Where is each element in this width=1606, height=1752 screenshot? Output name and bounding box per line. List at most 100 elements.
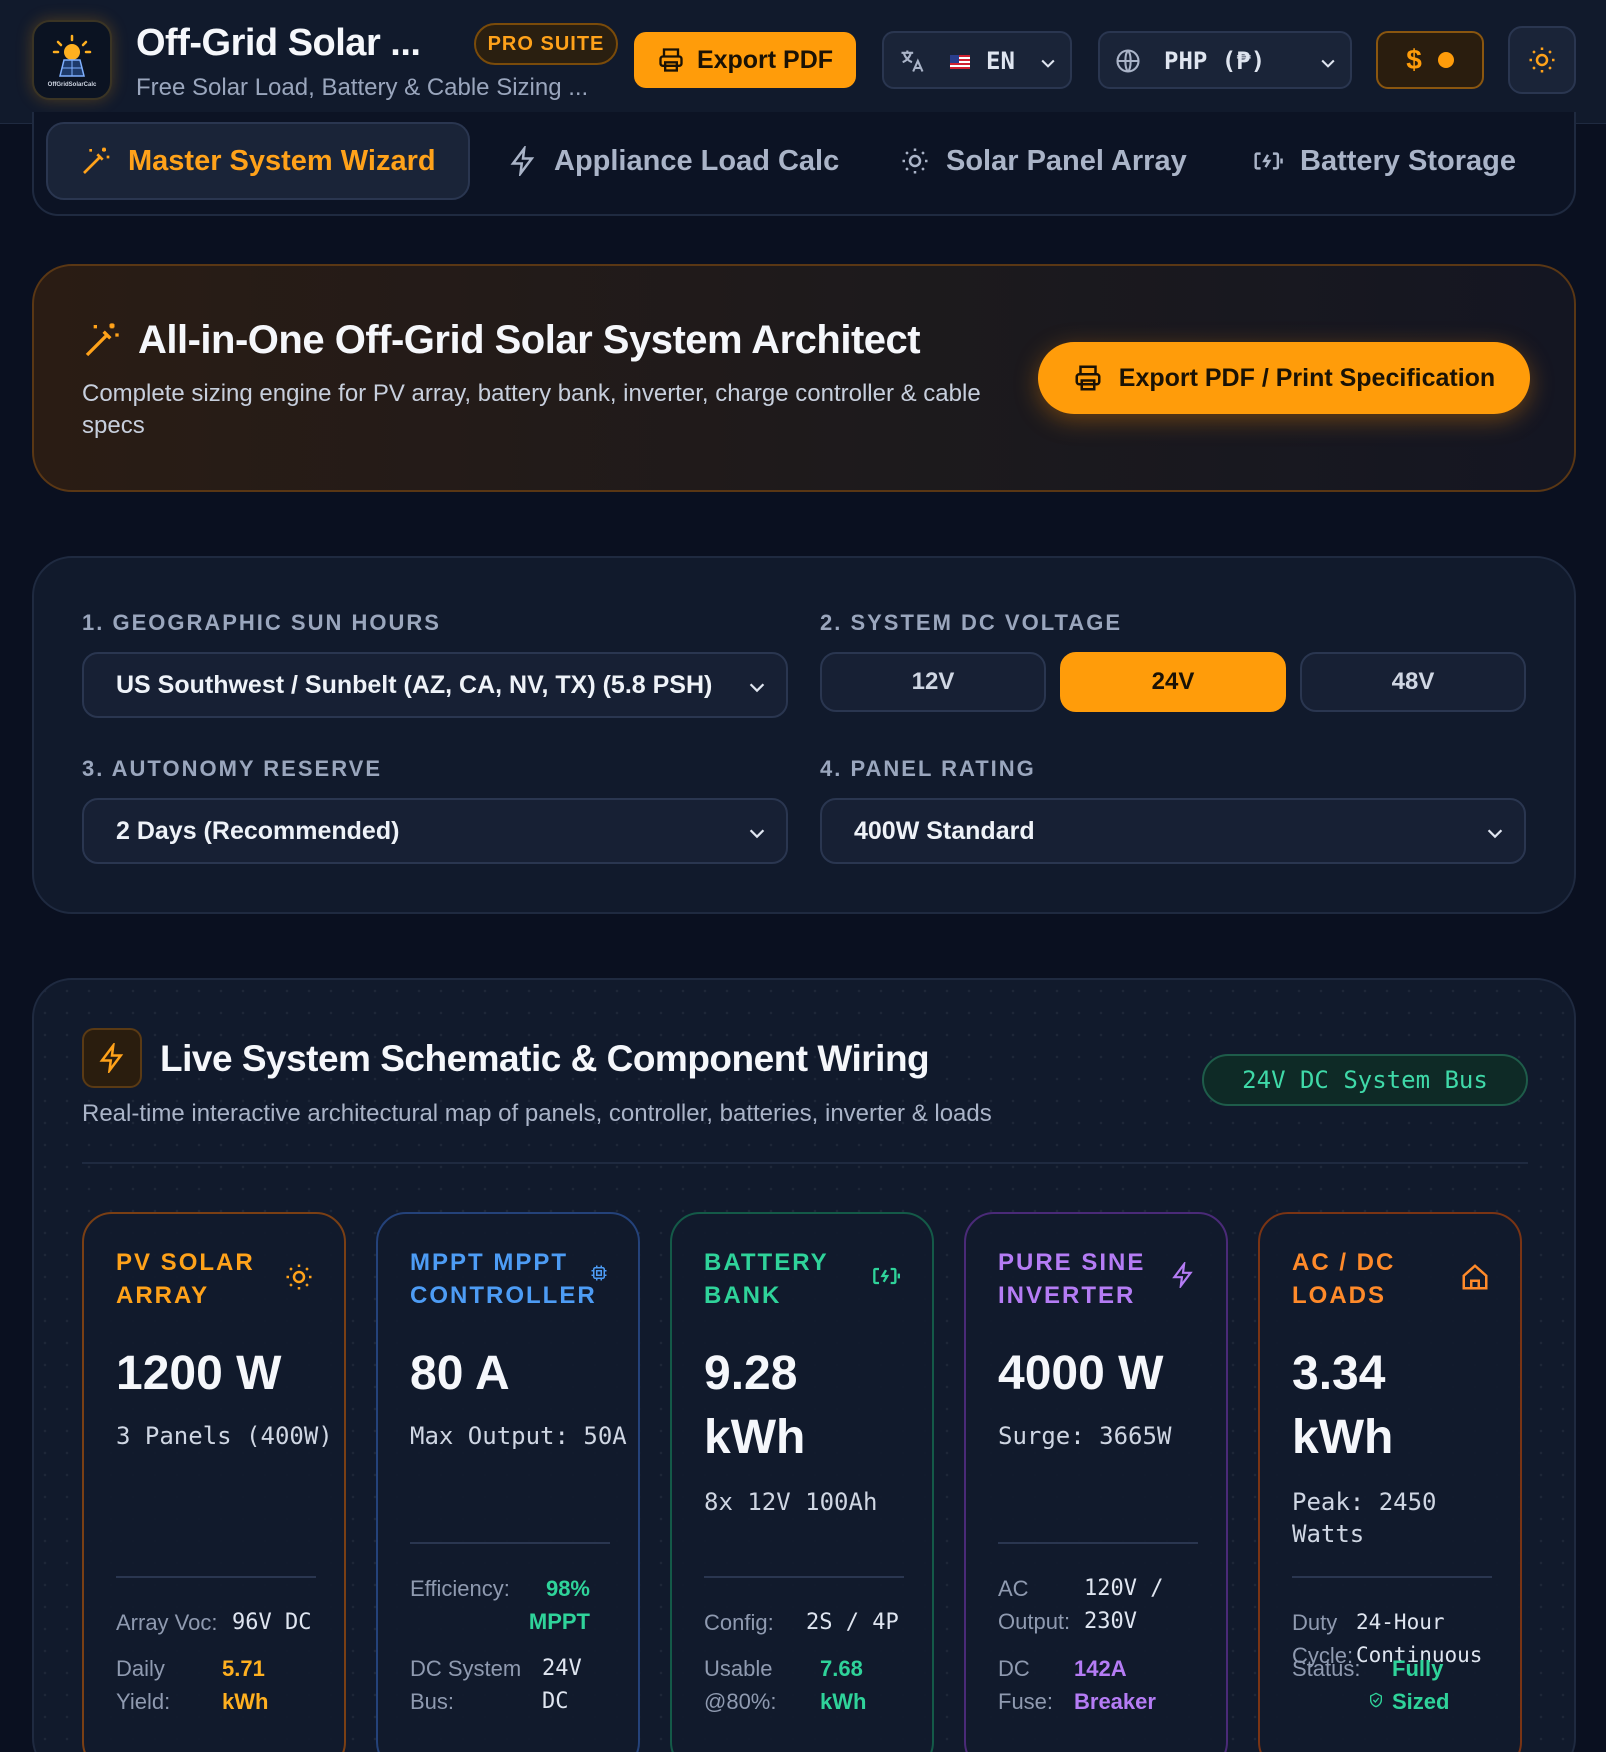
autonomy-value: 2 Days (Recommended): [116, 816, 400, 845]
card-divider: [704, 1576, 904, 1578]
export-print-spec-label: Export PDF / Print Specification: [1118, 363, 1496, 392]
card-heading: BATTERY BANK: [704, 1249, 829, 1309]
sun-hours-select[interactable]: US Southwest / Sunbelt (AZ, CA, NV, TX) …: [82, 652, 788, 718]
config-panel: 1. GEOGRAPHIC SUN HOURS US Southwest / S…: [32, 556, 1576, 914]
app-subtitle: Free Solar Load, Battery & Cable Sizing …: [136, 74, 589, 101]
app-header: OffGridSolarCalc Off-Grid Solar ... Free…: [0, 0, 1606, 124]
lightning-icon: [1172, 1262, 1193, 1288]
battery-bank-card[interactable]: BATTERY BANK 9.28 kWh 8x 12V 100Ah Confi…: [670, 1212, 934, 1752]
export-pdf-label: Export PDF: [696, 45, 834, 74]
export-pdf-button[interactable]: Export PDF: [634, 32, 856, 88]
card-value: 80 A: [410, 1347, 510, 1400]
schematic-title: Live System Schematic & Component Wiring: [160, 1038, 930, 1079]
row-label: DC System Bus:: [410, 1656, 522, 1714]
card-row: DC Fuse: 142A Breaker: [998, 1652, 1228, 1718]
hero-title: All-in-One Off-Grid Solar System Archite…: [138, 318, 921, 362]
row-value: 7.68 kWh: [820, 1656, 867, 1714]
currency-select[interactable]: PHP (₱): [1098, 31, 1352, 89]
tab-appliance-load-calc[interactable]: Appliance Load Calc: [508, 122, 839, 200]
autonomy-select[interactable]: 2 Days (Recommended): [82, 798, 788, 864]
currency-toggle-button[interactable]: $: [1376, 31, 1484, 89]
card-row: Efficiency: 98% MPPT: [410, 1572, 640, 1638]
hero-description: Complete sizing engine for PV array, bat…: [82, 380, 981, 439]
row-label: Efficiency:: [410, 1576, 510, 1601]
sun-hours-label: 1. GEOGRAPHIC SUN HOURS: [82, 610, 441, 635]
row-label: Config:: [704, 1610, 774, 1635]
chevron-down-icon: [1321, 59, 1335, 68]
battery-charging-icon: [873, 1267, 900, 1285]
sun-icon: [286, 1264, 312, 1290]
row-label: DC Fuse:: [998, 1656, 1054, 1714]
mppt-controller-card[interactable]: MPPT MPPT CONTROLLER 80 A Max Output: 50…: [376, 1212, 640, 1752]
card-row: Array Voc: 96V DC: [116, 1606, 346, 1639]
panel-rating-label: 4. PANEL RATING: [820, 756, 1036, 781]
printer-icon: [659, 48, 683, 72]
ac-dc-loads-card[interactable]: AC / DC LOADS 3.34 kWh Peak: 2450 Watts …: [1258, 1212, 1522, 1752]
pro-suite-badge: PRO SUITE: [474, 23, 618, 65]
solar-logo-icon: [52, 34, 92, 77]
shield-check-icon: [1370, 1692, 1382, 1708]
sun-icon: [1529, 47, 1555, 73]
card-heading: AC / DC LOADS: [1292, 1249, 1396, 1309]
row-value: Fully Sized: [1392, 1656, 1450, 1714]
battery-charging-icon: [1254, 152, 1283, 170]
tab-label: Solar Panel Array: [946, 144, 1187, 177]
dollar-symbol: $: [1406, 44, 1422, 75]
app-logo[interactable]: OffGridSolarCalc: [32, 20, 112, 100]
tab-label: Master System Wizard: [128, 144, 436, 177]
language-select[interactable]: EN: [882, 31, 1072, 89]
schematic-badge-icon: [82, 1028, 142, 1088]
card-value: 4000 W: [998, 1347, 1164, 1400]
row-label: AC Output:: [998, 1576, 1071, 1634]
card-value: 1200 W: [116, 1347, 282, 1400]
pv-solar-array-card[interactable]: PV SOLAR ARRAY 1200 W 3 Panels (400W) Ar…: [82, 1212, 346, 1752]
theme-toggle-button[interactable]: [1508, 26, 1576, 94]
row-value: 5.71 kWh: [222, 1656, 269, 1714]
card-row: Usable @80%: 7.68 kWh: [704, 1652, 934, 1718]
card-row: Daily Yield: 5.71 kWh: [116, 1652, 346, 1718]
row-value: 142A Breaker: [1074, 1656, 1156, 1714]
status-dot: [1437, 52, 1454, 68]
voltage-24v-button[interactable]: 24V: [1060, 652, 1286, 712]
tab-solar-panel-array[interactable]: Solar Panel Array: [900, 122, 1187, 200]
language-value: EN: [986, 47, 1015, 75]
card-divider: [1292, 1576, 1492, 1578]
tab-master-system-wizard[interactable]: Master System Wizard: [46, 122, 470, 200]
voltage-label: 2. SYSTEM DC VOLTAGE: [820, 610, 1122, 635]
lightning-icon: [99, 1043, 124, 1073]
schematic-description: Real-time interactive architectural map …: [82, 1100, 992, 1127]
sun-hours-value: US Southwest / Sunbelt (AZ, CA, NV, TX) …: [116, 670, 713, 699]
row-label: Daily Yield:: [116, 1656, 171, 1714]
voltage-12v-button[interactable]: 12V: [820, 652, 1046, 712]
lightning-icon: [510, 146, 535, 176]
app-title: Off-Grid Solar ...: [136, 22, 421, 64]
magic-wand-icon: [83, 147, 110, 174]
pure-sine-inverter-card[interactable]: PURE SINE INVERTER 4000 W Surge: 3665W A…: [964, 1212, 1228, 1752]
row-label: Usable @80%:: [704, 1656, 777, 1714]
card-value: 3.34 kWh: [1292, 1347, 1394, 1464]
chevron-down-icon: [1041, 59, 1055, 68]
export-print-spec-button[interactable]: Export PDF / Print Specification: [1038, 342, 1530, 414]
tab-label: Appliance Load Calc: [554, 144, 840, 177]
hero-section: All-in-One Off-Grid Solar System Archite…: [32, 264, 1576, 492]
magic-wand-icon: [85, 323, 119, 357]
tab-battery-storage[interactable]: Battery Storage: [1252, 122, 1516, 200]
chevron-down-icon: [749, 829, 765, 839]
card-divider: [410, 1542, 610, 1544]
card-divider: [116, 1576, 316, 1578]
card-subtext: Peak: 2450 Watts: [1292, 1488, 1437, 1548]
us-flag-icon: [950, 55, 970, 69]
card-subtext: Surge: 3665W: [998, 1422, 1172, 1450]
voltage-48v-button[interactable]: 48V: [1300, 652, 1526, 712]
logo-text: OffGridSolarCalc: [47, 82, 97, 88]
panel-rating-select[interactable]: 400W Standard: [820, 798, 1526, 864]
main-tabs: Master System Wizard Appliance Load Calc…: [32, 112, 1576, 216]
sun-icon: [902, 148, 928, 174]
home-icon: [1462, 1264, 1488, 1290]
row-label: Status:: [1292, 1656, 1361, 1681]
card-heading: MPPT MPPT CONTROLLER: [410, 1249, 597, 1309]
card-divider: [998, 1542, 1198, 1544]
card-row: Config: 2S / 4P: [704, 1606, 934, 1639]
tab-label: Battery Storage: [1300, 144, 1516, 177]
divider: [82, 1162, 1528, 1164]
